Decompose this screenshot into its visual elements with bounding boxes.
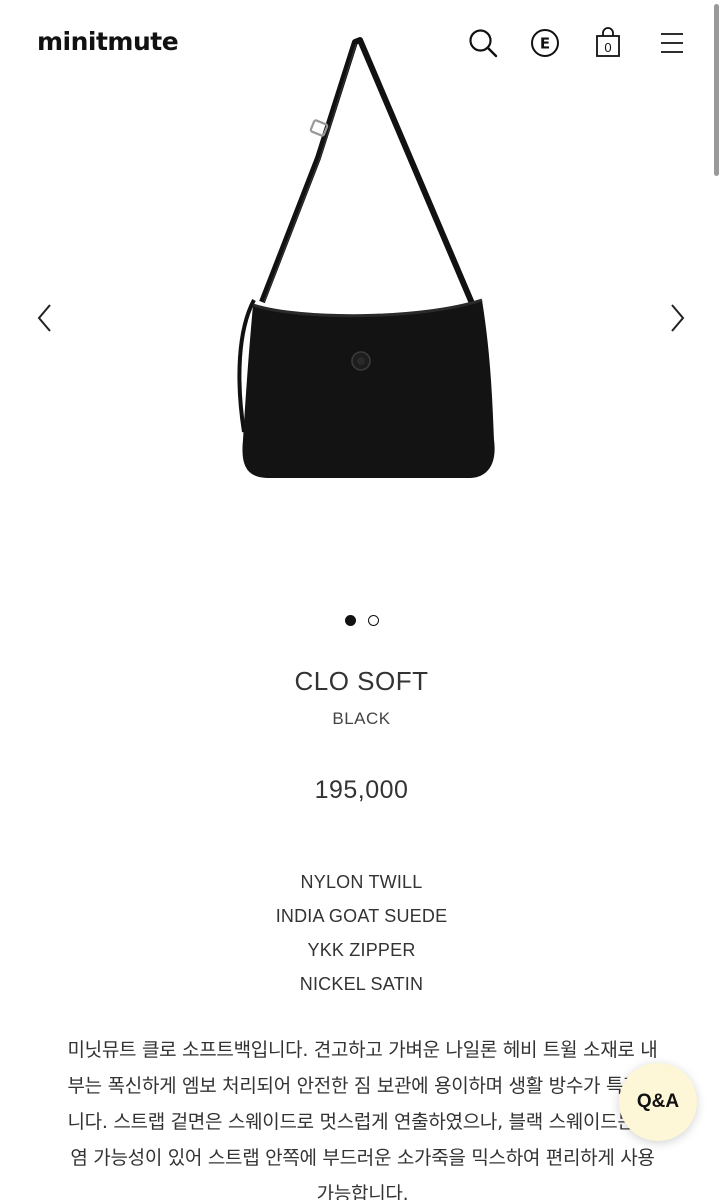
product-color: BLACK bbox=[332, 709, 391, 728]
material-item: NICKEL SATIN bbox=[299, 974, 424, 994]
material-item: INDIA GOAT SUEDE bbox=[275, 906, 448, 926]
material-item: YKK ZIPPER bbox=[307, 940, 416, 960]
product-image-bag bbox=[237, 37, 495, 478]
material-item: NYLON TWILL bbox=[300, 872, 423, 892]
gallery-dot-2[interactable] bbox=[367, 615, 379, 626]
gallery-pagination bbox=[0, 615, 723, 626]
product-name: CLO SOFT bbox=[294, 666, 429, 696]
previous-image-button[interactable] bbox=[30, 300, 60, 336]
product-price: 195,000 bbox=[314, 776, 409, 804]
chevron-right-icon bbox=[671, 304, 685, 332]
gallery-dot-1[interactable] bbox=[344, 615, 356, 626]
product-image-gallery[interactable] bbox=[0, 30, 723, 590]
next-image-button[interactable] bbox=[662, 300, 692, 336]
chevron-left-icon bbox=[37, 304, 51, 332]
qa-button[interactable]: Q&A bbox=[619, 1063, 697, 1141]
product-materials: NYLON TWILL INDIA GOAT SUEDE YKK ZIPPER … bbox=[0, 865, 723, 1001]
product-description: 미닛뮤트 클로 소프트백입니다. 견고하고 가벼운 나일론 헤비 트윌 소재로 … bbox=[67, 1039, 658, 1200]
